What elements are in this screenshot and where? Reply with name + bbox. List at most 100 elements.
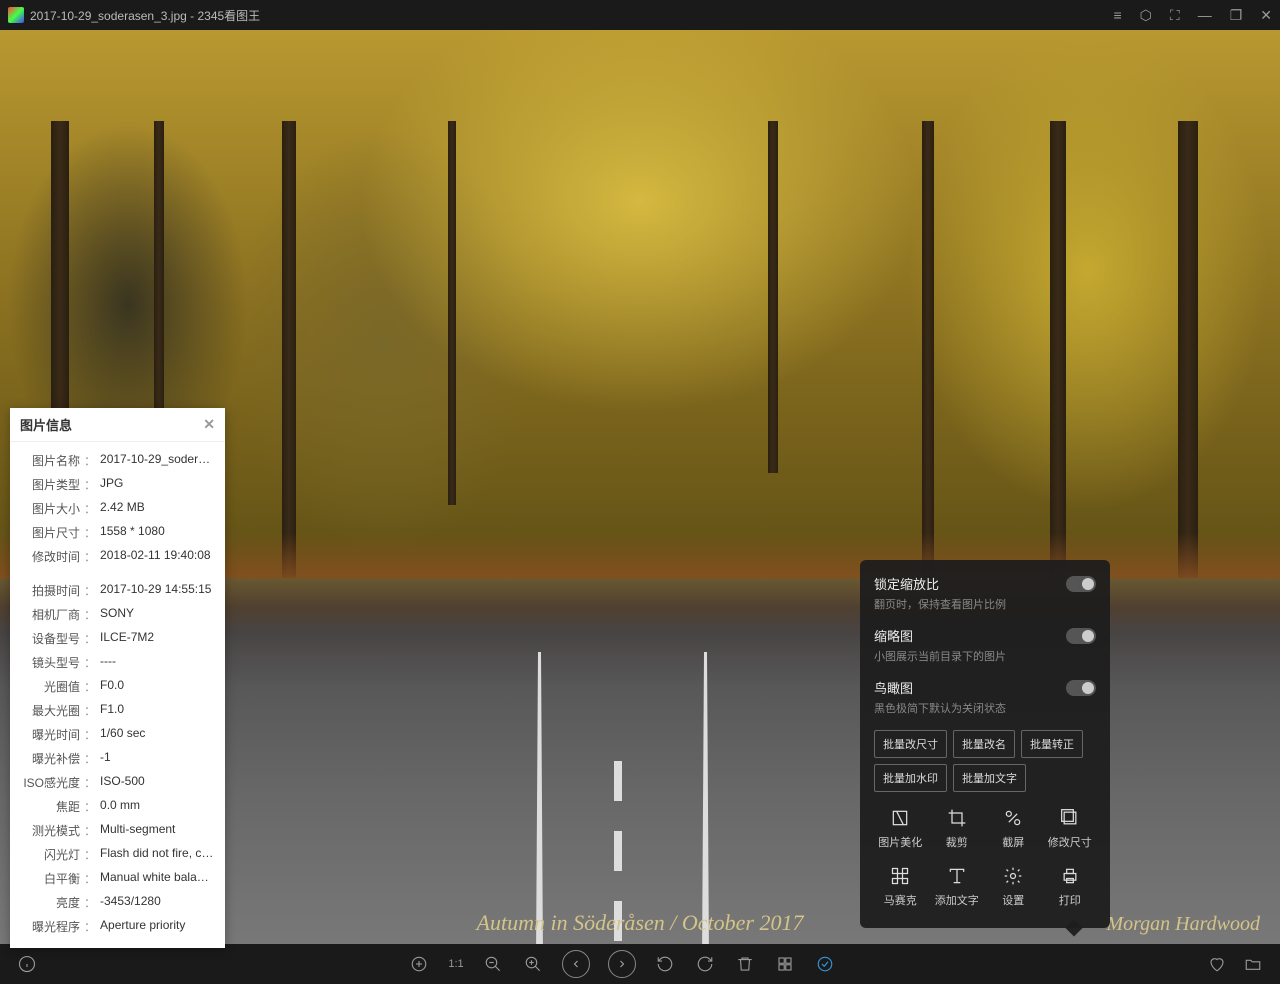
toggle-switch[interactable] [1066,680,1096,696]
batch-button[interactable]: 批量转正 [1021,730,1083,758]
tool-添加文字[interactable]: 添加文字 [931,860,984,914]
info-row: 焦距：0.0 mm [20,794,215,818]
settings-toggle-icon[interactable] [814,953,836,975]
batch-button[interactable]: 批量改尺寸 [874,730,947,758]
fullscreen-icon[interactable]: ⛶ [1170,7,1180,24]
info-row: 曝光补偿：-1 [20,746,215,770]
folder-icon[interactable] [1242,953,1264,975]
setting-title: 鸟瞰图 [874,678,913,697]
info-row: 图片尺寸：1558 * 1080 [20,520,215,544]
prev-image-button[interactable] [562,950,590,978]
zoom-out-icon[interactable] [482,953,504,975]
tool-马赛克[interactable]: 马赛克 [874,860,927,914]
rotate-left-icon[interactable] [654,953,676,975]
image-info-panel: 图片信息 ✕ 图片名称：2017-10-29_soderasen_3图片类型：J… [10,408,225,948]
actual-size-button[interactable]: 1:1 [448,958,463,970]
info-value: 1/60 sec [100,726,215,743]
titlebar: 2017-10-29_soderasen_3.jpg - 2345看图王 ≡ ⬡… [0,0,1280,30]
info-panel-close-icon[interactable]: ✕ [203,416,215,433]
batch-button[interactable]: 批量改名 [953,730,1015,758]
info-value: 0.0 mm [100,798,215,815]
info-row: 镜头型号：---- [20,650,215,674]
info-row: ISO感光度：ISO-500 [20,770,215,794]
info-label: 曝光补偿 [20,750,80,767]
batch-buttons: 批量改尺寸批量改名批量转正批量加水印批量加文字 [874,730,1096,792]
info-label: 图片类型 [20,476,80,493]
info-label: 图片大小 [20,500,80,517]
setting-desc: 翻页时，保持查看图片比例 [874,596,1096,612]
tool-label: 添加文字 [935,892,979,908]
next-image-button[interactable] [608,950,636,978]
info-value: -3453/1280 [100,894,215,911]
favorite-icon[interactable] [1206,953,1228,975]
info-label: 测光模式 [20,822,80,839]
tool-打印[interactable]: 打印 [1044,860,1097,914]
info-value: ILCE-7M2 [100,630,215,647]
zoom-in-icon[interactable] [522,953,544,975]
photo-signature: Morgan Hardwood [1106,913,1260,936]
delete-icon[interactable] [734,953,756,975]
info-row: 图片大小：2.42 MB [20,496,215,520]
tool-label: 设置 [1002,892,1024,908]
setting-desc: 小图展示当前目录下的图片 [874,648,1096,664]
info-value: -1 [100,750,215,767]
batch-button[interactable]: 批量加文字 [953,764,1026,792]
info-value: Multi-segment [100,822,215,839]
info-row: 图片类型：JPG [20,472,215,496]
info-label: 最大光圈 [20,702,80,719]
batch-button[interactable]: 批量加水印 [874,764,947,792]
info-label: 闪光灯 [20,846,80,863]
minimize-icon[interactable]: — [1198,7,1212,23]
info-label: 拍摄时间 [20,582,80,599]
info-row: 亮度：-3453/1280 [20,890,215,914]
tool-修改尺寸[interactable]: 修改尺寸 [1044,802,1097,856]
tool-grid: 图片美化裁剪截屏修改尺寸马赛克 添加文字 设置 打印 [874,802,1096,914]
menu-icon[interactable]: ≡ [1113,7,1121,23]
rotate-right-icon[interactable] [694,953,716,975]
info-label: 焦距 [20,798,80,815]
info-value: F1.0 [100,702,215,719]
toggle-switch[interactable] [1066,576,1096,592]
tool-label: 马赛克 [884,892,917,908]
info-value: 2.42 MB [100,500,215,517]
setting-group: 鸟瞰图黑色极简下默认为关闭状态 [874,678,1096,716]
info-row: 图片名称：2017-10-29_soderasen_3 [20,448,215,472]
tool-label: 打印 [1059,892,1081,908]
info-value: 1558 * 1080 [100,524,215,541]
pin-icon[interactable]: ⬡ [1140,7,1152,24]
info-value: Flash did not fire, compul... [100,846,215,863]
fit-window-icon[interactable] [408,953,430,975]
info-label: 曝光程序 [20,918,80,935]
info-rows-exif: 拍摄时间：2017-10-29 14:55:15相机厂商：SONY设备型号：IL… [20,578,215,938]
info-value: Manual white balance [100,870,215,887]
info-label: 光圈值 [20,678,80,695]
tool-设置[interactable]: 设置 [987,860,1040,914]
setting-group: 缩略图小图展示当前目录下的图片 [874,626,1096,664]
setting-title: 锁定缩放比 [874,574,939,593]
tool-裁剪[interactable]: 裁剪 [931,802,984,856]
info-row: 曝光程序：Aperture priority [20,914,215,938]
tool-图片美化[interactable]: 图片美化 [874,802,927,856]
info-value: F0.0 [100,678,215,695]
info-panel-body: 图片名称：2017-10-29_soderasen_3图片类型：JPG图片大小：… [10,442,225,948]
info-label: 相机厂商 [20,606,80,623]
info-row: 闪光灯：Flash did not fire, compul... [20,842,215,866]
info-row: 测光模式：Multi-segment [20,818,215,842]
tool-截屏[interactable]: 截屏 [987,802,1040,856]
info-label: 镜头型号 [20,654,80,671]
info-row: 设备型号：ILCE-7M2 [20,626,215,650]
window-title: 2017-10-29_soderasen_3.jpg - 2345看图王 [30,7,1113,24]
info-value: Aperture priority [100,918,215,935]
info-icon[interactable] [16,953,38,975]
setting-group: 锁定缩放比翻页时，保持查看图片比例 [874,574,1096,612]
info-label: 图片名称 [20,452,80,469]
info-label: 白平衡 [20,870,80,887]
close-icon[interactable]: ✕ [1260,7,1272,24]
info-label: ISO感光度 [20,774,80,791]
more-icon[interactable] [774,953,796,975]
info-value: ISO-500 [100,774,215,791]
maximize-icon[interactable]: ❐ [1230,7,1243,24]
tool-label: 修改尺寸 [1048,834,1092,850]
info-row: 拍摄时间：2017-10-29 14:55:15 [20,578,215,602]
toggle-switch[interactable] [1066,628,1096,644]
